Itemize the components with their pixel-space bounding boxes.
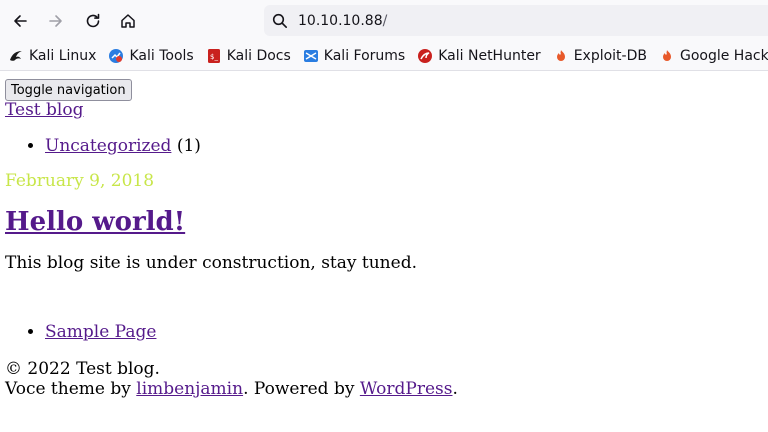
back-button[interactable] [6, 7, 34, 35]
bookmark-label: Kali Linux [29, 47, 97, 64]
kali-forums-icon [303, 48, 319, 64]
post-title: Hello world! [5, 207, 763, 238]
back-arrow-icon [14, 15, 27, 27]
bookmark-kali-forums[interactable]: Kali Forums [303, 48, 405, 64]
ghdb-icon [659, 48, 675, 64]
bookmark-kali-nethunter[interactable]: Kali NetHunter [417, 47, 541, 64]
bookmark-label: Kali Docs [226, 47, 291, 64]
bookmark-label: Google Hacking D [679, 47, 768, 64]
bookmark-kali-tools[interactable]: Kali Tools [108, 47, 194, 64]
bookmark-label: Kali Forums [323, 47, 406, 64]
page-content: Toggle navigation Test blog Uncategorize… [0, 71, 768, 399]
category-link[interactable]: Uncategorized [45, 136, 171, 156]
bookmark-label: Kali NetHunter [438, 47, 541, 64]
bookmark-label: Kali Tools [129, 47, 194, 64]
powered-prefix: . Powered by [243, 379, 360, 400]
theme-author-link[interactable]: limbenjamin [136, 379, 243, 399]
forward-button[interactable] [42, 7, 70, 35]
kali-docs-icon: $_ [206, 48, 222, 64]
bookmarks-toolbar: Kali Linux Kali Tools $_ Kali Docs Kali … [0, 41, 768, 70]
post-date: February 9, 2018 [5, 171, 155, 192]
wordpress-link[interactable]: WordPress [360, 379, 453, 399]
sample-page-link[interactable]: Sample Page [45, 322, 156, 342]
bookmark-kali-docs[interactable]: $_ Kali Docs [206, 48, 291, 64]
svg-text:$_: $_ [210, 53, 218, 61]
category-list: Uncategorized (1) [5, 135, 763, 157]
post-excerpt: This blog site is under construction, st… [5, 252, 417, 273]
url-host: 10.10.10.88 [298, 12, 383, 29]
footer-copyright: © 2022 Test blog. [5, 358, 160, 379]
post-title-link[interactable]: Hello world! [5, 207, 185, 237]
bookmark-exploit-db[interactable]: Exploit-DB [553, 48, 647, 64]
search-icon [272, 13, 287, 28]
powered-suffix: . [452, 379, 458, 400]
footer-credits: Voce theme by limbenjamin. Powered by Wo… [5, 379, 763, 399]
bookmark-google-hacking-db[interactable]: Google Hacking D [659, 48, 768, 64]
reload-icon [86, 13, 100, 28]
pages-list: Sample Page [5, 322, 763, 343]
home-icon [121, 14, 135, 28]
reload-button[interactable] [79, 7, 107, 35]
url-path: / [382, 12, 388, 29]
url-bar[interactable]: 10.10.10.88/ [264, 5, 768, 36]
kali-tools-icon [108, 48, 124, 64]
home-button[interactable] [114, 7, 142, 35]
list-item: Uncategorized (1) [45, 135, 763, 157]
forward-arrow-icon [49, 15, 62, 27]
list-item: Sample Page [45, 322, 763, 343]
footer: © 2022 Test blog. Voce theme by limbenja… [5, 359, 763, 400]
kali-nethunter-icon [417, 48, 433, 64]
category-count: (1) [176, 135, 201, 156]
exploit-db-icon [553, 48, 569, 64]
kali-dragon-icon [8, 48, 24, 64]
navigation-toolbar: 10.10.10.88/ [0, 0, 768, 41]
bookmark-label: Exploit-DB [573, 47, 647, 64]
toggle-navigation-button[interactable]: Toggle navigation [5, 79, 132, 101]
browser-chrome: 10.10.10.88/ Kali Linux Kali Tools $_ Ka… [0, 0, 768, 71]
site-brand-link[interactable]: Test blog [5, 100, 763, 121]
theme-prefix: Voce theme by [5, 379, 137, 400]
bookmark-kali-linux[interactable]: Kali Linux [8, 48, 96, 64]
